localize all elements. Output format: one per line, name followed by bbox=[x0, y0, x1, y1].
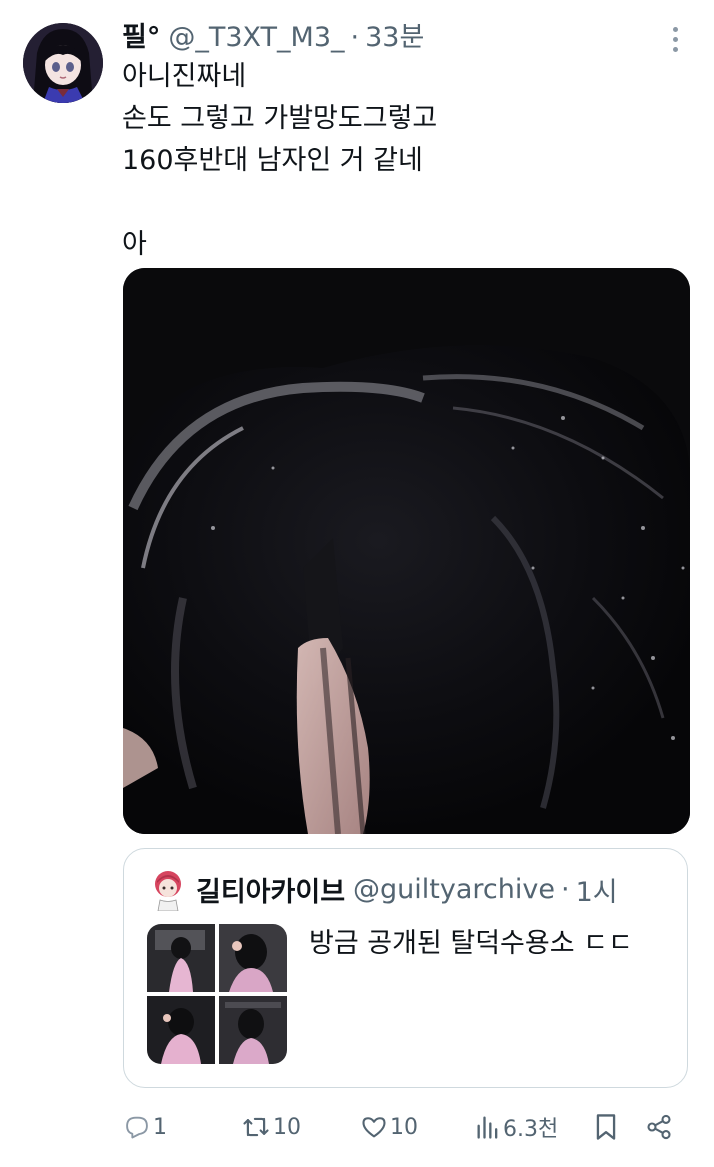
retweet-icon bbox=[241, 1113, 271, 1141]
more-options-button[interactable] bbox=[664, 22, 686, 56]
reply-count: 1 bbox=[153, 1114, 167, 1140]
share-icon bbox=[645, 1113, 673, 1141]
more-dot-icon bbox=[672, 26, 678, 32]
tweet-text-line bbox=[122, 182, 682, 224]
tweet-action-bar: 1 10 10 6.3천 bbox=[123, 1105, 690, 1149]
tweet-text-line: 160후반대 남자인 거 같네 bbox=[122, 145, 423, 176]
quote-media-thumbnail[interactable] bbox=[147, 924, 287, 1064]
author-avatar[interactable] bbox=[23, 23, 103, 103]
retweet-button[interactable]: 10 bbox=[241, 1105, 301, 1149]
retweet-count: 10 bbox=[273, 1114, 301, 1140]
bookmark-button[interactable] bbox=[592, 1105, 620, 1149]
reply-icon bbox=[123, 1113, 151, 1141]
more-dot-icon bbox=[672, 46, 678, 52]
more-dot-icon bbox=[672, 36, 678, 42]
heart-icon bbox=[360, 1113, 388, 1141]
quote-header: 길티아카이브 @guiltyarchive · 1시 bbox=[196, 869, 618, 909]
quoted-tweet[interactable]: 길티아카이브 @guiltyarchive · 1시 방금 공개된 탈덕수용소 … bbox=[123, 848, 688, 1088]
views-button[interactable]: 6.3천 bbox=[475, 1105, 558, 1149]
author-handle[interactable]: @_T3XT_M3_ bbox=[168, 18, 344, 58]
quote-timestamp[interactable]: 1시 bbox=[576, 870, 618, 909]
reply-button[interactable]: 1 bbox=[123, 1105, 167, 1149]
tweet-timestamp[interactable]: 33분 bbox=[365, 18, 424, 58]
tweet-text-line: 아 bbox=[122, 229, 147, 260]
quote-text: 방금 공개된 탈덕수용소 ㄷㄷ bbox=[309, 928, 633, 959]
like-button[interactable]: 10 bbox=[360, 1105, 418, 1149]
bookmark-icon bbox=[592, 1112, 620, 1142]
tweet-text: 아니진짜네 손도 그렇고 가발망도그렇고 160후반대 남자인 거 같네 아 bbox=[122, 56, 682, 266]
tweet-media-image[interactable] bbox=[123, 268, 690, 834]
author-display-name[interactable]: 필° bbox=[122, 18, 160, 58]
tweet-text-line: 아니진짜네 bbox=[122, 61, 247, 92]
quote-time-separator: · bbox=[560, 873, 570, 905]
tweet-text-line: 손도 그렇고 가발망도그렇고 bbox=[122, 103, 438, 134]
views-icon bbox=[475, 1113, 501, 1141]
quote-handle[interactable]: @guiltyarchive bbox=[353, 874, 555, 905]
quote-display-name[interactable]: 길티아카이브 bbox=[196, 870, 345, 909]
time-separator: · bbox=[350, 22, 360, 53]
views-count: 6.3천 bbox=[503, 1117, 559, 1142]
share-button[interactable] bbox=[645, 1105, 673, 1149]
quote-author-avatar[interactable] bbox=[148, 867, 188, 912]
like-count: 10 bbox=[390, 1114, 418, 1140]
tweet-header: 필° @_T3XT_M3_ · 33분 bbox=[122, 18, 424, 58]
